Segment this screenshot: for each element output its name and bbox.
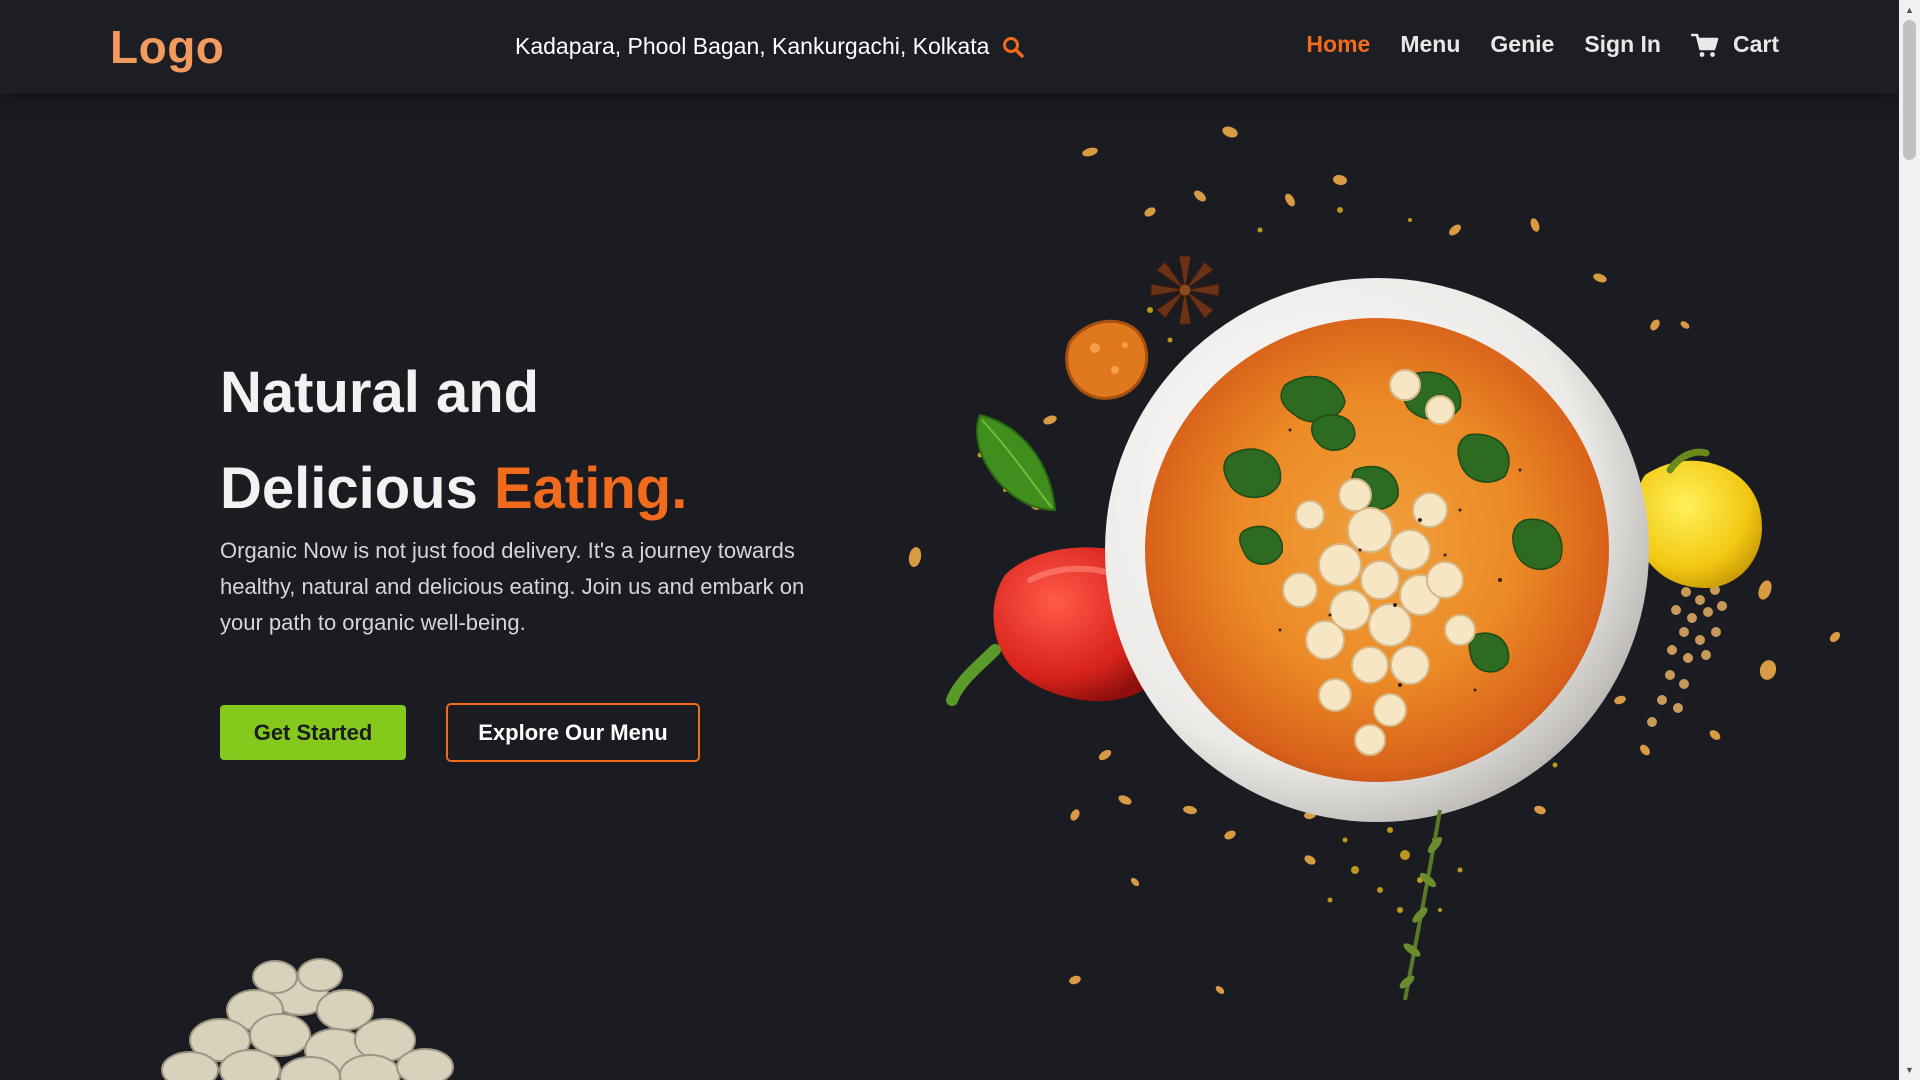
- top-navbar: Logo Kadapara, Phool Bagan, Kankurgachi,…: [0, 0, 1899, 94]
- soup-bowl-image: [908, 126, 1840, 1001]
- logo[interactable]: Logo: [110, 20, 224, 74]
- cart-label[interactable]: Cart: [1733, 31, 1779, 58]
- search-icon[interactable]: [1001, 35, 1025, 59]
- nav-sign-in[interactable]: Sign In: [1584, 31, 1661, 58]
- scroll-up-arrow-icon[interactable]: ▲: [1899, 2, 1920, 18]
- hero-description: Organic Now is not just food delivery. I…: [220, 538, 805, 635]
- cart-icon: [1690, 32, 1719, 58]
- explore-menu-button[interactable]: Explore Our Menu: [446, 703, 700, 762]
- scroll-down-arrow-icon[interactable]: ▼: [1899, 1062, 1920, 1078]
- hero-title-accent: Eating.: [493, 456, 688, 521]
- hero-title: Natural and Delicious Eating.: [220, 345, 687, 537]
- vertical-scrollbar[interactable]: ▲ ▼: [1899, 0, 1920, 1080]
- nav-home[interactable]: Home: [1306, 31, 1370, 58]
- nav-cart[interactable]: Cart: [1690, 31, 1779, 58]
- nav-genie[interactable]: Genie: [1490, 31, 1554, 58]
- main-nav: Home Menu Genie Sign In Cart: [1306, 31, 1779, 58]
- location-text[interactable]: Kadapara, Phool Bagan, Kankurgachi, Kolk…: [515, 33, 989, 60]
- get-started-button[interactable]: Get Started: [220, 705, 406, 760]
- page: Logo Kadapara, Phool Bagan, Kankurgachi,…: [0, 0, 1920, 1080]
- hero-title-line2: Delicious: [220, 456, 494, 521]
- beans-image: [161, 958, 454, 1080]
- nav-menu[interactable]: Menu: [1400, 31, 1460, 58]
- location-search[interactable]: Kadapara, Phool Bagan, Kankurgachi, Kolk…: [515, 33, 1025, 60]
- scroll-thumb[interactable]: [1903, 20, 1916, 160]
- hero-title-line1: Natural and: [220, 360, 540, 425]
